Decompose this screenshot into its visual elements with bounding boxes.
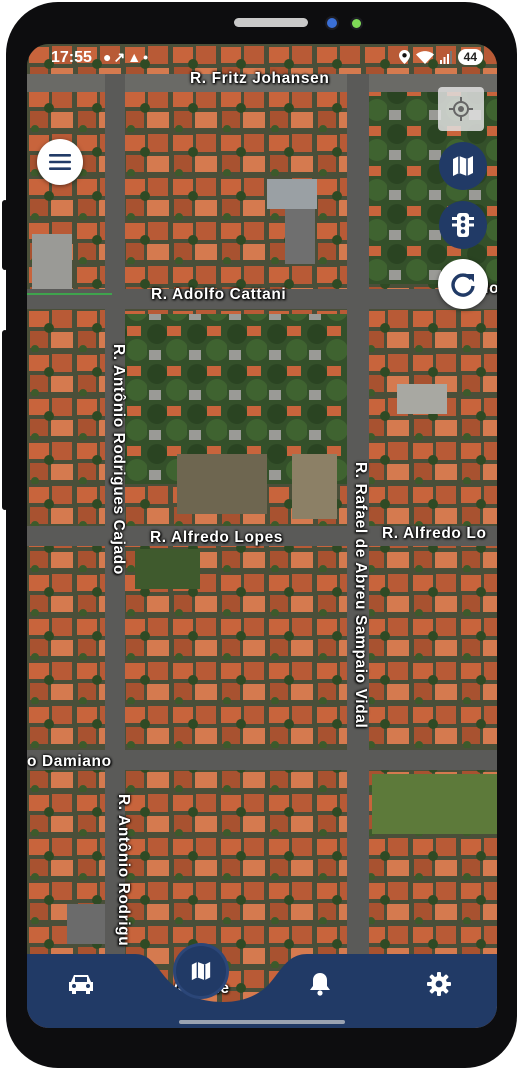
nav-settings-button[interactable]	[419, 969, 459, 999]
refresh-icon	[451, 273, 475, 297]
nav-car-button[interactable]	[61, 969, 101, 999]
map-icon	[191, 961, 211, 981]
gear-icon	[427, 972, 451, 996]
status-time: 17:55	[51, 49, 92, 66]
earpiece-speaker	[234, 18, 308, 27]
crosshair-location-icon	[449, 97, 473, 121]
street-label-antonio-1: R. Antônio Rodrigues Cajado	[110, 344, 127, 575]
screen: 17:55 ●↗▲• 44 R. Fritz Johansen R. Adolf…	[27, 44, 497, 1028]
notification-icons: ●↗▲•	[103, 49, 150, 66]
front-camera	[327, 18, 337, 28]
bell-icon	[310, 973, 330, 996]
chat-bubble-icon: ●	[103, 49, 114, 65]
mute-icon: ▲	[127, 49, 144, 65]
street-label-fritz: R. Fritz Johansen	[190, 70, 330, 87]
side-button	[2, 330, 8, 510]
car-icon	[69, 975, 93, 994]
nav-notifications-button[interactable]	[300, 969, 340, 999]
sensor	[352, 19, 361, 28]
street-label-alfredo-2: R. Alfredo Lo	[382, 525, 487, 542]
street-label-antonio-2: R. Antônio Rodrigu	[115, 794, 132, 947]
refresh-button[interactable]	[438, 259, 488, 309]
menu-button[interactable]	[37, 139, 83, 185]
location-pin-icon	[398, 50, 410, 64]
dot-icon: •	[143, 49, 150, 65]
traffic-light-icon	[452, 213, 474, 237]
wifi-icon	[415, 50, 434, 64]
hamburger-menu-icon	[49, 154, 71, 170]
map-layers-button[interactable]	[439, 142, 487, 190]
battery-icon: 44	[457, 49, 483, 65]
missed-call-icon: ↗	[113, 49, 128, 65]
my-location-button[interactable]	[438, 87, 484, 131]
street-label-rafael: R. Rafael de Abreu Sampaio Vidal	[352, 462, 369, 729]
traffic-button[interactable]	[439, 201, 487, 249]
system-status-icons: 44	[398, 49, 483, 65]
street-label-cattani: R. Adolfo Cattani	[151, 286, 287, 303]
volume-button	[2, 200, 8, 270]
nav-map-button[interactable]	[176, 946, 226, 996]
home-indicator[interactable]	[179, 1020, 345, 1024]
map-icon	[453, 156, 473, 176]
street-label-damiano: o Damiano	[27, 753, 112, 770]
street-label-alfredo-1: R. Alfredo Lopes	[150, 529, 284, 546]
signal-icon	[439, 50, 452, 64]
